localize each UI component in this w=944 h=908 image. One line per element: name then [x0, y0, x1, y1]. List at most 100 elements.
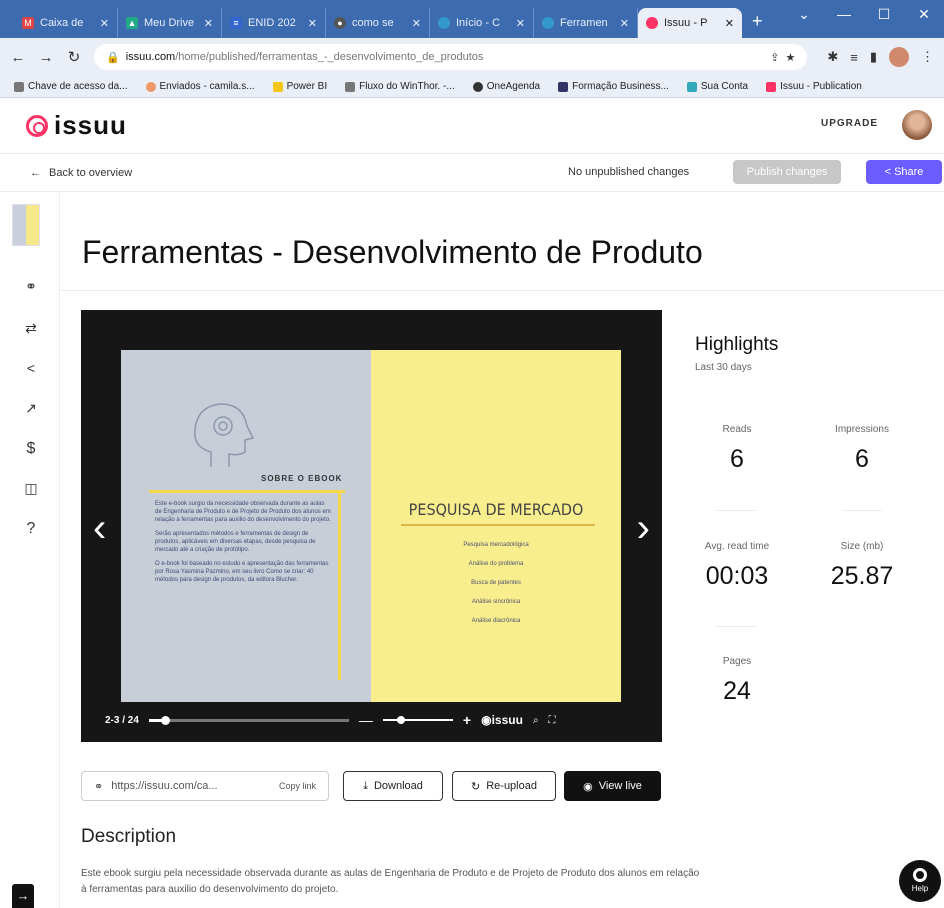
back-to-overview-link[interactable]: ← Back to overview: [30, 167, 132, 179]
forward-icon[interactable]: →: [38, 49, 54, 66]
lock-icon: 🔒: [106, 51, 120, 64]
issuu-logo[interactable]: issuu: [26, 110, 127, 141]
stat-reads: Reads 6: [722, 424, 752, 473]
site-header: issuu UPGRADE: [0, 98, 944, 154]
doc-icon: ≡: [230, 17, 242, 29]
bookmark-item[interactable]: Chave de acesso da...: [14, 81, 128, 92]
page-progress-slider[interactable]: [148, 715, 349, 725]
user-avatar[interactable]: [902, 110, 932, 140]
browser-tab[interactable]: ≡ ENID 202 ✕: [222, 8, 326, 38]
minimize-icon[interactable]: —: [824, 0, 864, 30]
stat-pages: Pages 24: [722, 656, 752, 705]
close-tab-icon[interactable]: ✕: [204, 17, 213, 30]
view-live-button[interactable]: ◉ View live: [564, 771, 661, 801]
bookmark-icon: [686, 81, 697, 92]
gmail-icon: M: [22, 17, 34, 29]
menu-icon[interactable]: ⋮: [921, 49, 934, 65]
bookmark-item[interactable]: OneAgenda: [472, 81, 540, 92]
browser-tab[interactable]: Início - C ✕: [430, 8, 534, 38]
expand-sidebar-icon[interactable]: →: [12, 884, 34, 908]
stat-size: Size (mb) 25.87: [830, 541, 894, 590]
bookmark-icon: [145, 81, 156, 92]
help-button[interactable]: Help: [899, 860, 941, 902]
search-icon[interactable]: ⌕: [533, 715, 539, 726]
share-nodes-icon[interactable]: <: [22, 360, 40, 376]
highlights-title: Highlights: [695, 334, 779, 355]
reading-list-icon[interactable]: ≡: [850, 50, 858, 65]
reupload-button[interactable]: ↻ Re-upload: [452, 771, 556, 801]
copy-link-button[interactable]: Copy link: [279, 781, 316, 791]
browser-tab[interactable]: ● como se ✕: [326, 8, 430, 38]
next-page-icon[interactable]: ›: [637, 506, 650, 551]
zoom-in-icon[interactable]: +: [463, 712, 471, 728]
document-page-right: PESQUISA DE MERCADO Pesquisa mercadológi…: [371, 350, 621, 702]
stat-impressions: Impressions 6: [835, 424, 889, 473]
publication-thumbnail[interactable]: [12, 204, 40, 246]
arrow-left-icon: ←: [30, 166, 41, 179]
url-input[interactable]: 🔒 issuu.com/home/published/ferramentas_-…: [94, 44, 808, 70]
previous-page-icon[interactable]: ‹: [93, 506, 106, 551]
document-viewer[interactable]: SOBRE O EBOOK Este e-book surgiu da nece…: [81, 310, 662, 742]
fullscreen-icon[interactable]: ⛶: [549, 715, 556, 726]
bookmark-item[interactable]: Enviados - camila.s...: [145, 81, 255, 92]
bookmark-icon: [766, 81, 777, 92]
bookmark-item[interactable]: Power BI: [272, 81, 327, 92]
help-question-icon[interactable]: ?: [22, 520, 40, 538]
browser-tab-bar: M Caixa de ✕ ▲ Meu Drive ✕ ≡ ENID 202 ✕ ● como …: [0, 0, 944, 38]
description-title: Description: [81, 826, 177, 847]
divider: [716, 510, 756, 511]
issuu-icon: [646, 17, 658, 29]
publish-status: No unpublished changes: [568, 166, 690, 178]
close-tab-icon[interactable]: ✕: [412, 17, 421, 30]
accent-line: [401, 524, 595, 526]
share-icon: <: [884, 166, 891, 178]
close-tab-icon[interactable]: ✕: [100, 17, 109, 30]
zoom-slider[interactable]: [382, 716, 453, 724]
embed-icon[interactable]: ⇄: [22, 320, 40, 337]
browser-tab[interactable]: Ferramen ✕: [534, 8, 638, 38]
close-tab-icon[interactable]: ✕: [620, 17, 629, 30]
tab-search-icon[interactable]: ⌄: [784, 0, 824, 30]
stats-icon[interactable]: ↗: [22, 400, 40, 417]
profile-avatar[interactable]: [889, 47, 909, 67]
share-page-icon[interactable]: ⇪: [770, 51, 779, 64]
upgrade-link[interactable]: UPGRADE: [821, 118, 878, 129]
close-tab-icon[interactable]: ✕: [516, 17, 525, 30]
zoom-knob[interactable]: [396, 716, 405, 724]
publication-toolbar: ← Back to overview No unpublished change…: [0, 154, 944, 192]
bookmark-item[interactable]: Sua Conta: [686, 81, 748, 92]
zoom-out-icon[interactable]: —: [359, 712, 373, 728]
side-panel-icon[interactable]: ▮: [870, 49, 877, 65]
dollar-icon[interactable]: $: [22, 440, 40, 458]
browser-tab-active[interactable]: Issuu - P ✕: [638, 8, 742, 38]
publication-link-field[interactable]: ⚭ https://issuu.com/ca... Copy link: [81, 771, 329, 801]
back-icon[interactable]: ←: [10, 49, 26, 66]
refresh-icon: ↻: [471, 780, 481, 793]
share-button[interactable]: < Share: [866, 160, 942, 184]
bookmark-star-icon[interactable]: ★: [785, 51, 795, 64]
publish-changes-button[interactable]: Publish changes: [733, 160, 841, 184]
download-button[interactable]: ⤓ Download: [343, 771, 443, 801]
close-window-icon[interactable]: ✕: [904, 0, 944, 30]
bookmark-item[interactable]: Fluxo do WinThor. -...: [345, 81, 455, 92]
article-icon[interactable]: ◫: [22, 480, 40, 497]
download-icon: ⤓: [363, 779, 368, 792]
highlights-period: Last 30 days: [695, 362, 752, 373]
maximize-icon[interactable]: ☐: [864, 0, 904, 30]
new-tab-icon[interactable]: +: [752, 11, 763, 32]
link-icon: ⚭: [94, 780, 104, 793]
divider: [60, 290, 944, 291]
link-icon[interactable]: ⚭: [22, 278, 40, 295]
bookmark-item[interactable]: Issuu - Publication: [766, 81, 862, 92]
bookmark-item[interactable]: Formação Business...: [558, 81, 669, 92]
progress-knob[interactable]: [160, 715, 170, 725]
browser-tab[interactable]: ▲ Meu Drive ✕: [118, 8, 222, 38]
help-icon: [913, 868, 927, 882]
close-tab-icon[interactable]: ✕: [308, 17, 317, 30]
viewer-controls: 2-3 / 24 — + ◉issuu ⌕ ⛶: [81, 708, 662, 732]
close-tab-icon[interactable]: ✕: [725, 17, 734, 30]
reload-icon[interactable]: ↻: [66, 48, 82, 66]
stat-avg-read-time: Avg. read time 00:03: [704, 541, 770, 590]
extensions-icon[interactable]: ✱: [827, 49, 838, 65]
browser-tab[interactable]: M Caixa de ✕: [14, 8, 118, 38]
